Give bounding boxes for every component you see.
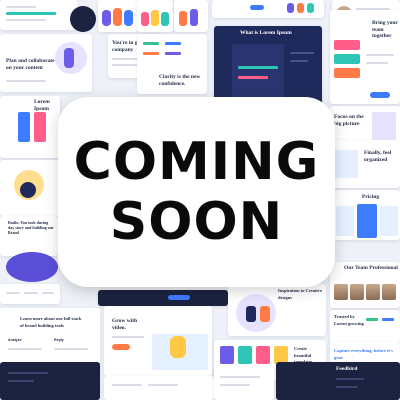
finally-tile: Finally, feel organized (330, 140, 400, 188)
group-illustration-tile (174, 0, 208, 32)
lorem-ipsum-tile: Lorem Ipsum (0, 96, 60, 158)
dashboard-tile: What is Lorem Ipsum (214, 26, 322, 108)
feedbird-footer-tile: Feedbird (276, 362, 400, 400)
analytics-tile (0, 0, 78, 30)
team-illustration-tile (137, 0, 173, 32)
people-illustration-tile (98, 0, 138, 32)
speaker-icon (70, 6, 96, 32)
plan-tile: Plan and collaborate on your content (0, 34, 92, 92)
radio-tile: Radio: You took during day story and bui… (0, 216, 58, 256)
soon-text: SOON (109, 192, 284, 252)
pricing-tile: Pricing (334, 190, 400, 240)
focus-illustration-tile (0, 160, 60, 216)
header-tile (212, 0, 324, 18)
learn-tile: Learn more about our full stack of brand… (0, 308, 100, 364)
inspiration-tile: Inspiration to Creative designs (228, 284, 326, 336)
blog-tile (214, 366, 274, 400)
bring-team-tile: Bring your team together (330, 10, 400, 104)
trusted-tile: Trusted by Lorem growing (330, 310, 400, 344)
clarity-tile: Clarity is the new confidence. (137, 34, 207, 94)
wave-illustration (6, 252, 58, 282)
coming-text: COMING (73, 132, 320, 192)
capture-tile: Capture everything, before it's gone (330, 342, 400, 364)
stats-tile (0, 284, 60, 304)
coming-soon-badge: COMING SOON (58, 97, 335, 287)
footer-links-tile (104, 376, 214, 400)
dark-strip-tile (98, 290, 228, 306)
grow-video-tile: Grow with video. (104, 306, 212, 376)
team-tile: Our Team Professional (330, 262, 400, 308)
footer-dark-tile (0, 362, 100, 400)
